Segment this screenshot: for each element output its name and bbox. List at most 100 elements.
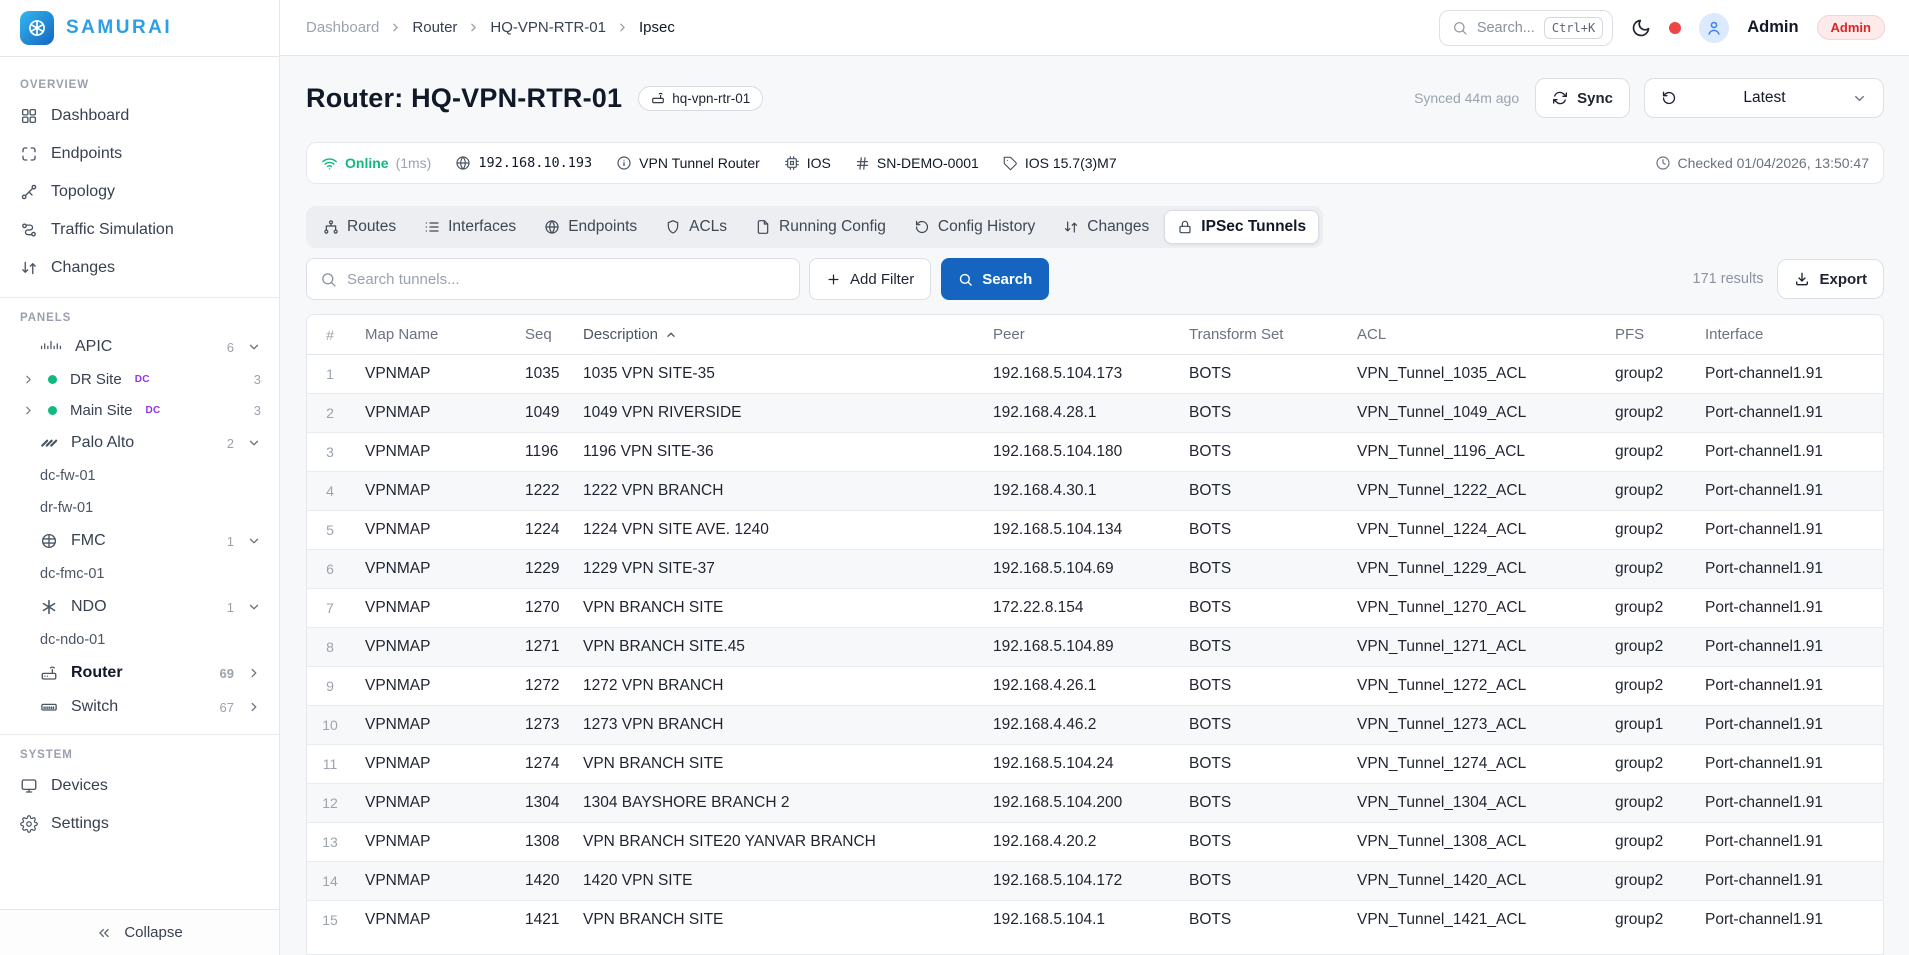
brand-header[interactable]: SAMURAI <box>0 0 279 57</box>
tab-interfaces[interactable]: Interfaces <box>411 210 529 244</box>
dark-mode-toggle[interactable] <box>1631 18 1651 38</box>
app-root: SAMURAI OVERVIEW Dashboard Endpoints Top… <box>0 0 1909 955</box>
breadcrumb-router[interactable]: Router <box>412 19 457 36</box>
tunnels-table-card: # Map Name Seq Description Peer Transfor… <box>306 314 1884 955</box>
chevron-right-icon[interactable] <box>22 373 35 386</box>
role-value: VPN Tunnel Router <box>639 155 760 171</box>
cisco-icon <box>40 339 62 355</box>
table-row[interactable]: 11 VPNMAP 1274 VPN BRANCH SITE 192.168.5… <box>307 745 1883 784</box>
breadcrumb-dashboard[interactable]: Dashboard <box>306 19 379 36</box>
cell-peer: 192.168.5.104.134 <box>981 511 1177 550</box>
sidebar-item-devices[interactable]: Devices <box>0 767 279 805</box>
latency-label: (1ms) <box>396 155 432 171</box>
table-row[interactable]: 9 VPNMAP 1272 1272 VPN BRANCH 192.168.4.… <box>307 667 1883 706</box>
global-search-placeholder: Search... <box>1477 20 1535 36</box>
sidebar-item-fmc[interactable]: FMC 1 <box>0 524 279 558</box>
collapse-sidebar-button[interactable]: Collapse <box>0 909 279 955</box>
cell-map-name: VPNMAP <box>353 706 513 745</box>
sidebar-item-dc-fmc-01[interactable]: dc-fmc-01 <box>0 558 279 590</box>
breadcrumb-device[interactable]: HQ-VPN-RTR-01 <box>490 19 606 36</box>
col-header-pfs[interactable]: PFS <box>1603 315 1693 355</box>
col-header-description[interactable]: Description <box>571 315 981 355</box>
user-name[interactable]: Admin <box>1747 18 1798 37</box>
sidebar-item-traffic-simulation[interactable]: Traffic Simulation <box>0 211 279 249</box>
sidebar-item-dc-ndo-01[interactable]: dc-ndo-01 <box>0 624 279 656</box>
global-search-input[interactable]: Search... Ctrl+K <box>1439 10 1613 46</box>
sidebar-item-router[interactable]: Router 69 <box>0 656 279 690</box>
search-button[interactable]: Search <box>941 258 1049 300</box>
cell-transform-set: BOTS <box>1177 472 1345 511</box>
tab-running-config[interactable]: Running Config <box>742 210 899 244</box>
notification-dot[interactable] <box>1669 22 1681 34</box>
ip-value: 192.168.10.193 <box>478 155 592 171</box>
add-filter-button[interactable]: Add Filter <box>809 258 931 300</box>
tab-routes[interactable]: Routes <box>310 210 409 244</box>
table-row[interactable]: 5 VPNMAP 1224 1224 VPN SITE AVE. 1240 19… <box>307 511 1883 550</box>
table-row[interactable]: 2 VPNMAP 1049 1049 VPN RIVERSIDE 192.168… <box>307 394 1883 433</box>
hierarchy-icon <box>323 219 339 235</box>
cell-peer: 192.168.5.104.89 <box>981 628 1177 667</box>
export-button[interactable]: Export <box>1777 259 1884 299</box>
col-header-map-name[interactable]: Map Name <box>353 315 513 355</box>
cell-interface: Port-channel1.91 <box>1693 706 1883 745</box>
sidebar-item-switch[interactable]: Switch 67 <box>0 690 279 724</box>
sidebar-item-topology[interactable]: Topology <box>0 173 279 211</box>
col-header-interface[interactable]: Interface <box>1693 315 1883 355</box>
sidebar-item-apic[interactable]: APIC 6 <box>0 330 279 364</box>
gear-icon <box>20 815 38 833</box>
cell-pfs: group2 <box>1603 355 1693 394</box>
col-header-num[interactable]: # <box>307 315 353 355</box>
tab-endpoints[interactable]: Endpoints <box>531 210 650 244</box>
cell-num: 12 <box>307 784 353 823</box>
cell-transform-set: BOTS <box>1177 784 1345 823</box>
sidebar-item-main-site[interactable]: Main Site DC 3 <box>0 395 279 426</box>
table-row[interactable]: 15 VPNMAP 1421 VPN BRANCH SITE 192.168.5… <box>307 901 1883 940</box>
cell-interface: Port-channel1.91 <box>1693 355 1883 394</box>
chevron-right-icon[interactable] <box>22 404 35 417</box>
tunnel-search-box[interactable] <box>306 258 800 300</box>
col-header-peer[interactable]: Peer <box>981 315 1177 355</box>
tab-acls[interactable]: ACLs <box>652 210 740 244</box>
cell-num: 13 <box>307 823 353 862</box>
table-row[interactable]: 10 VPNMAP 1273 1273 VPN BRANCH 192.168.4… <box>307 706 1883 745</box>
sidebar-item-ndo[interactable]: NDO 1 <box>0 590 279 624</box>
version-select[interactable]: Latest <box>1644 78 1884 118</box>
cell-peer: 192.168.4.30.1 <box>981 472 1177 511</box>
tab-config-history[interactable]: Config History <box>901 210 1048 244</box>
col-header-seq[interactable]: Seq <box>513 315 571 355</box>
sidebar-item-endpoints[interactable]: Endpoints <box>0 135 279 173</box>
table-row[interactable]: 7 VPNMAP 1270 VPN BRANCH SITE 172.22.8.1… <box>307 589 1883 628</box>
table-row[interactable]: 1 VPNMAP 1035 1035 VPN SITE-35 192.168.5… <box>307 355 1883 394</box>
cell-seq: 1304 <box>513 784 571 823</box>
table-row[interactable]: 12 VPNMAP 1304 1304 BAYSHORE BRANCH 2 19… <box>307 784 1883 823</box>
sidebar-item-settings[interactable]: Settings <box>0 805 279 843</box>
sidebar-item-label: Topology <box>51 183 115 201</box>
tab-ipsec-tunnels[interactable]: IPSec Tunnels <box>1164 210 1319 244</box>
sidebar-item-dr-fw-01[interactable]: dr-fw-01 <box>0 492 279 524</box>
table-row[interactable]: 3 VPNMAP 1196 1196 VPN SITE-36 192.168.5… <box>307 433 1883 472</box>
cell-pfs: group2 <box>1603 511 1693 550</box>
user-avatar[interactable] <box>1699 13 1729 43</box>
sidebar-item-dr-site[interactable]: DR Site DC 3 <box>0 364 279 395</box>
sidebar-item-palo-alto[interactable]: Palo Alto 2 <box>0 426 279 460</box>
cell-seq: 1222 <box>513 472 571 511</box>
col-header-transform-set[interactable]: Transform Set <box>1177 315 1345 355</box>
sidebar-item-dashboard[interactable]: Dashboard <box>0 97 279 135</box>
chevron-right-icon <box>247 666 261 680</box>
device-ip: 192.168.10.193 <box>455 155 592 171</box>
tunnel-search-input[interactable] <box>347 271 786 288</box>
table-row[interactable]: 4 VPNMAP 1222 1222 VPN BRANCH 192.168.4.… <box>307 472 1883 511</box>
cell-pfs: group1 <box>1603 706 1693 745</box>
sidebar-item-changes[interactable]: Changes <box>0 249 279 287</box>
tab-changes[interactable]: Changes <box>1050 210 1162 244</box>
results-count: 171 results <box>1693 271 1764 287</box>
table-row[interactable]: 8 VPNMAP 1271 VPN BRANCH SITE.45 192.168… <box>307 628 1883 667</box>
router-icon <box>40 664 58 682</box>
table-row[interactable]: 14 VPNMAP 1420 1420 VPN SITE 192.168.5.1… <box>307 862 1883 901</box>
sidebar-item-dc-fw-01[interactable]: dc-fw-01 <box>0 460 279 492</box>
sync-button[interactable]: Sync <box>1535 78 1630 118</box>
table-row[interactable]: 6 VPNMAP 1229 1229 VPN SITE-37 192.168.5… <box>307 550 1883 589</box>
cell-map-name: VPNMAP <box>353 784 513 823</box>
table-row[interactable]: 13 VPNMAP 1308 VPN BRANCH SITE20 YANVAR … <box>307 823 1883 862</box>
col-header-acl[interactable]: ACL <box>1345 315 1603 355</box>
